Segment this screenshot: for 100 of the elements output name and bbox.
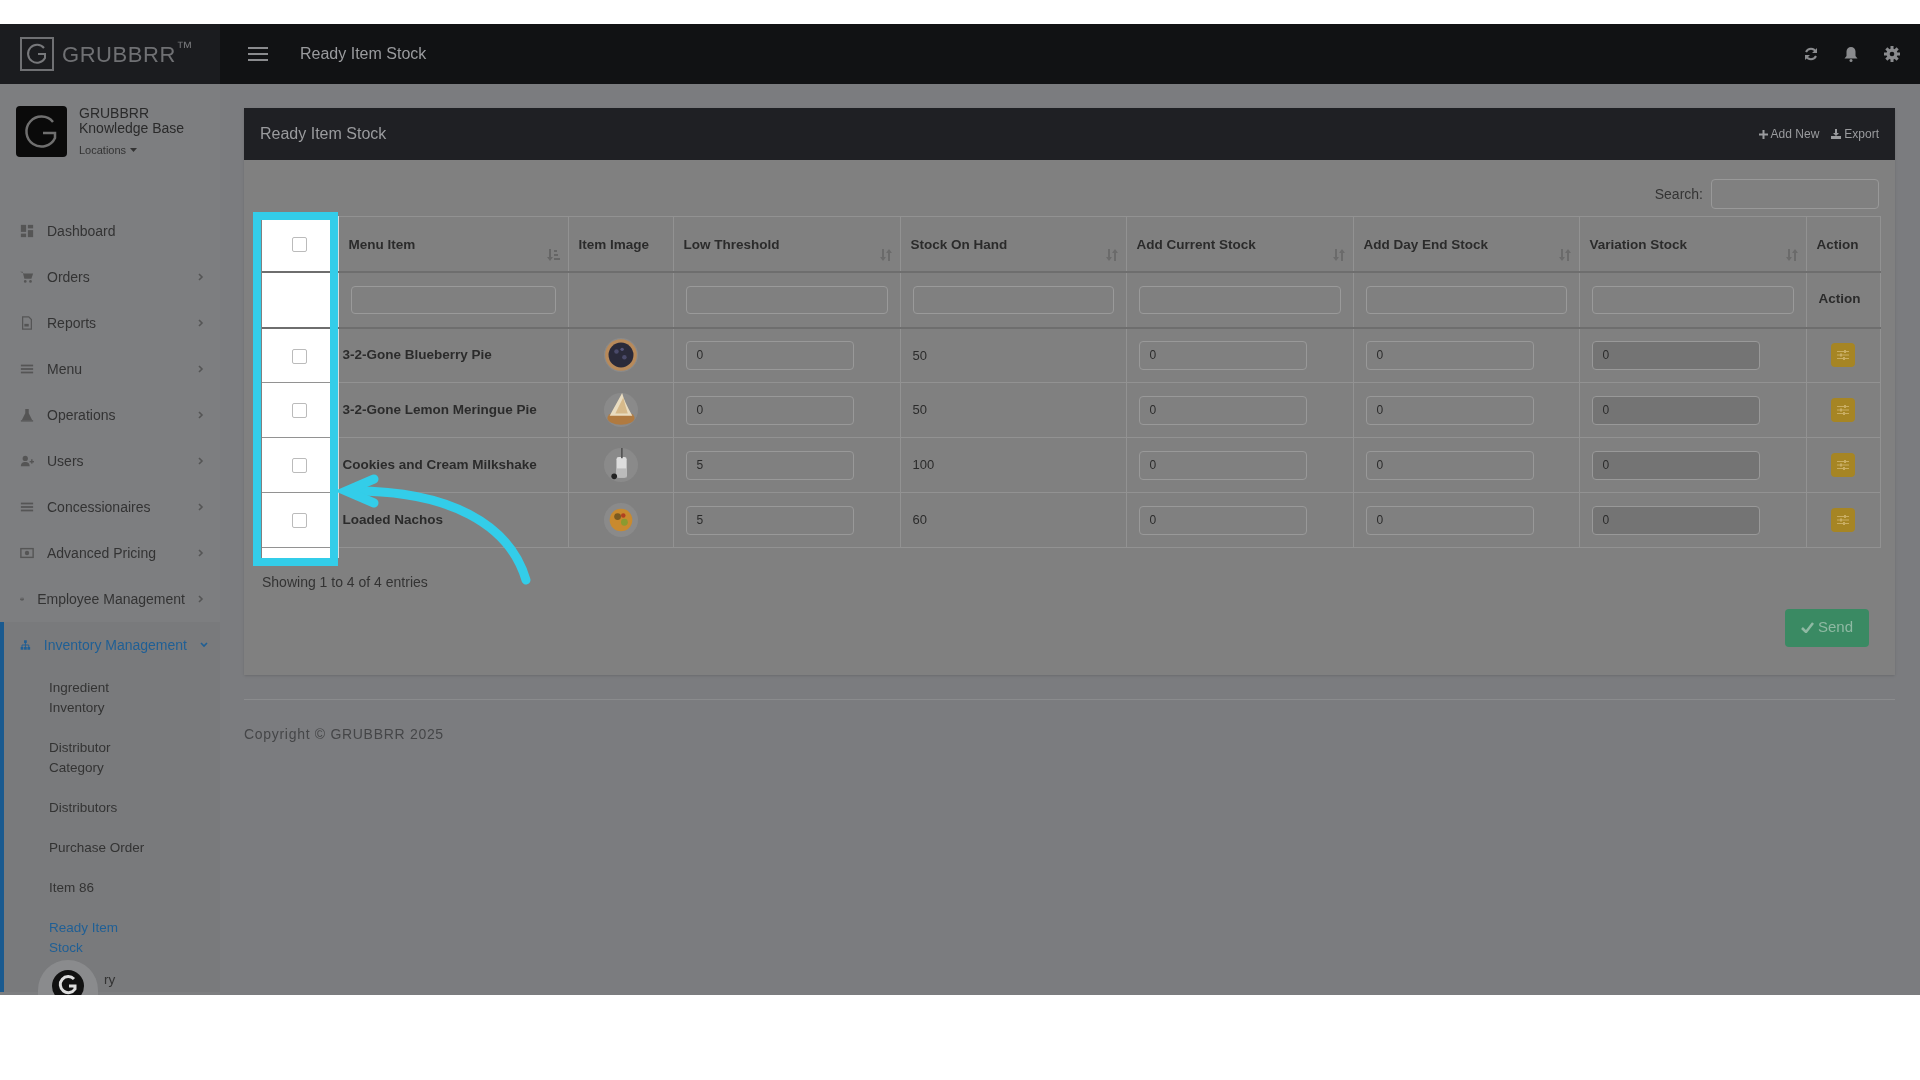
menu-icon[interactable] <box>248 47 268 61</box>
sidebar-item[interactable]: Advanced Pricing <box>0 530 216 576</box>
sort-icon[interactable] <box>546 248 560 261</box>
logo-icon <box>20 37 54 71</box>
stock-field[interactable]: 0 <box>1365 505 1534 535</box>
logo-icon <box>52 970 84 995</box>
submenu-item[interactable]: Distributor Category <box>49 738 151 778</box>
sliders-icon <box>1837 405 1849 415</box>
table-cell: 3-2-Gone Blueberry Pie <box>342 347 492 363</box>
hierarchy-icon <box>20 638 31 652</box>
column-header[interactable]: Menu Item <box>348 237 416 252</box>
sidebar-item[interactable]: Dashboard <box>0 208 216 254</box>
chevron-right-icon <box>198 549 204 557</box>
stock-field[interactable]: 0 <box>1138 505 1307 535</box>
sidebar-item[interactable]: Orders <box>0 254 216 300</box>
flask-icon <box>20 408 34 422</box>
column-filter-field[interactable] <box>1591 285 1794 314</box>
variation-field: 0 <box>1591 340 1760 370</box>
locations-dropdown[interactable]: Locations <box>79 142 199 159</box>
checkbox[interactable] <box>292 458 308 474</box>
chevron-right-icon <box>198 411 204 419</box>
variation-field: 0 <box>1591 450 1760 480</box>
column-filter-field[interactable] <box>350 285 556 314</box>
threshold-field[interactable]: 5 <box>685 505 854 535</box>
page-title: Ready Item Stock <box>300 44 427 64</box>
settings-icon[interactable] <box>1884 46 1900 62</box>
column-header: Action <box>1816 237 1859 252</box>
stock-field[interactable]: 0 <box>1365 340 1534 370</box>
adjust-button[interactable] <box>1831 453 1855 477</box>
plus-icon <box>1758 129 1768 139</box>
chevron-right-icon <box>198 365 204 373</box>
adjust-button[interactable] <box>1831 398 1855 422</box>
stock-field[interactable]: 0 <box>1138 340 1307 370</box>
avatar-icon <box>16 106 67 157</box>
sidebar-item[interactable]: Concessionaires <box>0 484 216 530</box>
sidebar-item[interactable]: Users <box>0 438 216 484</box>
account-name: GRUBBRR Knowledge Base <box>79 106 186 136</box>
add-new-button[interactable]: Add New <box>1758 125 1820 143</box>
sidebar-item[interactable]: Reports <box>0 300 216 346</box>
column-label: Action <box>1818 291 1861 307</box>
entries-info: Showing 1 to 4 of 4 entries <box>262 572 429 592</box>
search-label: Search: <box>1654 184 1703 204</box>
list-icon <box>20 500 34 514</box>
stock-field[interactable]: 0 <box>1365 395 1534 425</box>
stock-field[interactable]: 0 <box>1138 395 1307 425</box>
column-filter-field[interactable] <box>912 285 1114 314</box>
checkbox[interactable] <box>292 348 308 364</box>
caret-icon <box>130 148 138 153</box>
table-cell: 60 <box>912 512 927 528</box>
adjust-button[interactable] <box>1831 508 1855 532</box>
chevron-right-icon <box>198 595 204 603</box>
column-filter-field[interactable] <box>1138 285 1341 314</box>
submenu-item[interactable]: Ingredient Inventory <box>49 678 151 718</box>
submenu-item[interactable]: Distributors <box>49 798 151 818</box>
sliders-icon <box>1837 515 1849 525</box>
sidebar-item[interactable]: Menu <box>0 346 216 392</box>
checkbox[interactable] <box>292 403 308 419</box>
table-cell: 3-2-Gone Lemon Meringue Pie <box>342 401 537 417</box>
column-header[interactable]: Low Threshold <box>683 237 780 252</box>
stock-field[interactable]: 0 <box>1365 450 1534 480</box>
stock-field[interactable]: 0 <box>1138 450 1307 480</box>
threshold-field[interactable]: 0 <box>685 395 854 425</box>
variation-field: 0 <box>1591 395 1760 425</box>
submenu-item[interactable]: ry <box>104 972 220 988</box>
column-header[interactable]: Stock On Hand <box>910 237 1008 252</box>
download-icon <box>1831 129 1842 139</box>
adjust-button[interactable] <box>1831 343 1855 368</box>
submenu-item[interactable]: Purchase Order <box>49 838 151 858</box>
chevron-right-icon <box>198 319 204 327</box>
dashboard-icon <box>20 224 34 238</box>
column-header[interactable]: Variation Stock <box>1589 237 1688 252</box>
sidebar-item[interactable]: Operations <box>0 392 216 438</box>
refresh-icon[interactable] <box>1804 47 1818 61</box>
list-icon <box>20 362 34 376</box>
panel-title: Ready Item Stock <box>260 124 387 144</box>
threshold-field[interactable]: 5 <box>685 450 854 480</box>
notifications-icon[interactable] <box>1844 46 1858 62</box>
column-header[interactable]: Add Current Stock <box>1136 237 1256 252</box>
submenu-item[interactable]: Item 86 <box>49 878 151 898</box>
variation-field: 0 <box>1591 505 1760 535</box>
table-cell: 50 <box>912 402 927 418</box>
table-cell: 50 <box>912 347 927 363</box>
column-header[interactable]: Add Day End Stock <box>1363 237 1489 252</box>
column-header: Item Image <box>578 237 650 252</box>
column-filter-field[interactable] <box>1365 285 1567 314</box>
sliders-icon <box>1837 350 1849 361</box>
add-user-icon <box>20 454 34 468</box>
document-icon <box>20 316 34 330</box>
checkbox[interactable] <box>292 236 308 252</box>
search-field[interactable] <box>1711 179 1879 209</box>
threshold-field[interactable]: 0 <box>685 340 854 370</box>
column-filter-field[interactable] <box>685 285 888 314</box>
chevron-right-icon <box>198 503 204 511</box>
chevron-down-icon <box>200 642 208 648</box>
export-button[interactable]: Export <box>1831 125 1879 143</box>
cart-icon <box>20 270 34 284</box>
sidebar-item[interactable]: Employee Management <box>0 576 216 622</box>
send-button[interactable]: Send <box>1784 608 1869 647</box>
checkbox[interactable] <box>292 513 308 529</box>
table-cell: Cookies and Cream Milkshake <box>342 456 537 472</box>
